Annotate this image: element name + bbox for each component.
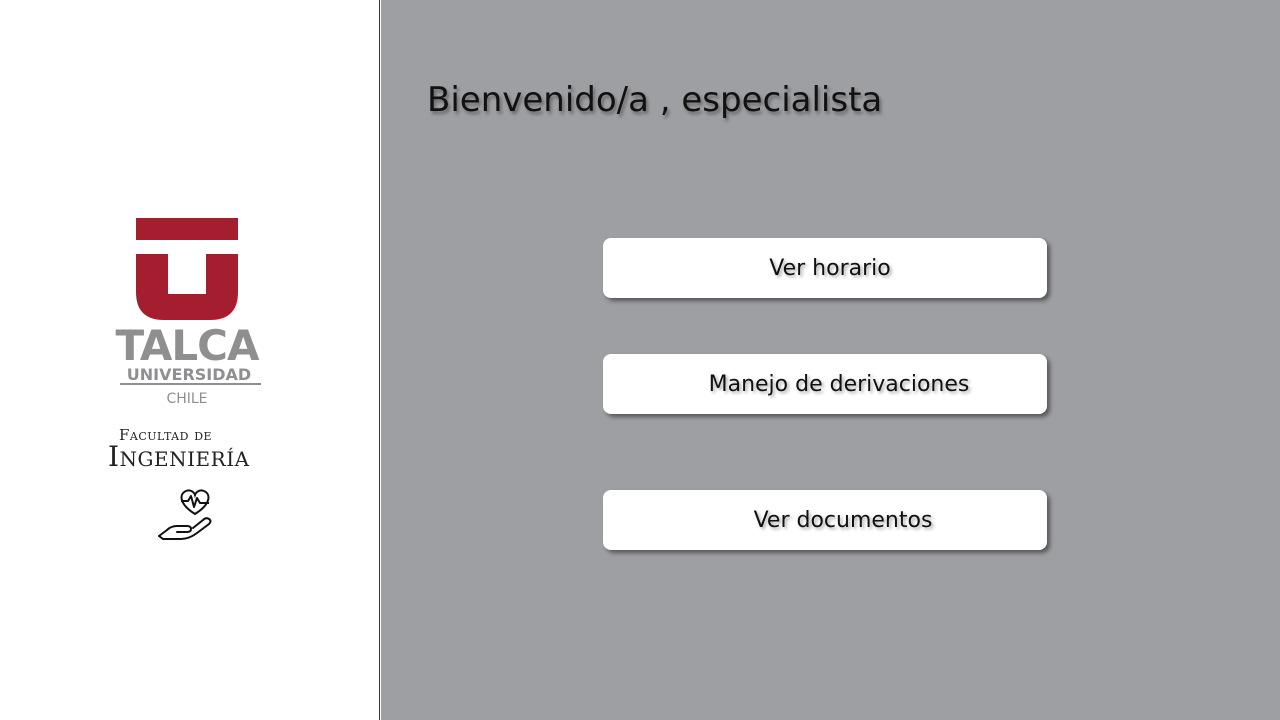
ver-documentos-button[interactable]: Ver documentos	[603, 490, 1047, 550]
ver-horario-button[interactable]: Ver horario	[603, 238, 1047, 298]
app-window: TALCA UNIVERSIDAD CHILE Facultad de Inge…	[0, 0, 1280, 720]
manejo-derivaciones-button[interactable]: Manejo de derivaciones	[603, 354, 1047, 414]
talca-logo-icon: TALCA UNIVERSIDAD CHILE	[116, 218, 261, 407]
button-label: Manejo de derivaciones	[708, 371, 970, 397]
faculty-line2: Ingeniería	[108, 440, 250, 473]
page-title: Bienvenido/a , especialista	[427, 80, 883, 120]
button-label: Ver documentos	[753, 507, 933, 533]
sidebar: TALCA UNIVERSIDAD CHILE Facultad de Inge…	[0, 0, 380, 720]
logo-country: CHILE	[166, 391, 207, 407]
logo-subtitle: UNIVERSIDAD	[127, 365, 251, 384]
main-panel: Bienvenido/a , especialista Ver horario …	[381, 0, 1280, 720]
button-label: Ver horario	[769, 255, 891, 281]
logo-name: TALCA	[116, 321, 260, 370]
hand-heart-pulse-icon	[158, 489, 212, 540]
